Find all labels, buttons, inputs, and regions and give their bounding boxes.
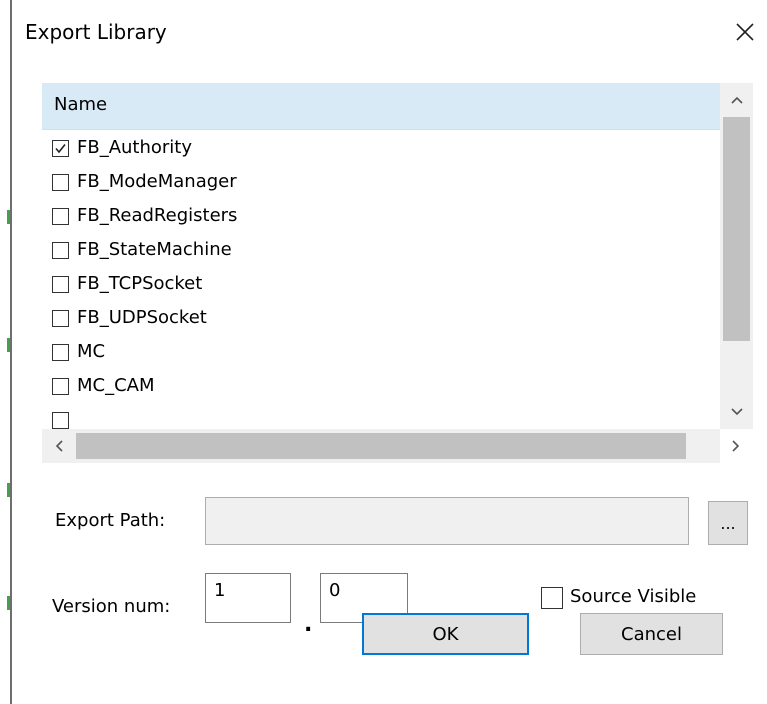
export-path-label: Export Path: [55, 510, 166, 531]
list-header-name[interactable]: Name [42, 83, 720, 130]
chevron-right-icon [732, 440, 740, 452]
list-item[interactable]: MC [42, 337, 720, 371]
close-button[interactable] [723, 10, 767, 54]
list-item-checkbox[interactable] [52, 140, 69, 157]
list-item-label: FB_StateMachine [77, 239, 232, 260]
chevron-up-icon [730, 96, 743, 104]
horizontal-scroll-thumb[interactable] [76, 433, 686, 459]
list-item-checkbox[interactable] [52, 344, 69, 361]
list-item[interactable]: FB_StateMachine [42, 235, 720, 269]
list-item-checkbox[interactable] [52, 174, 69, 191]
scroll-up-button[interactable] [720, 83, 753, 117]
list-item-checkbox[interactable] [52, 208, 69, 225]
browse-button[interactable]: ... [708, 501, 748, 545]
chevron-left-icon [55, 440, 63, 452]
close-icon [736, 23, 754, 41]
list-item-label: MC [77, 341, 106, 362]
scroll-left-button[interactable] [42, 429, 76, 463]
background-window-edge [0, 0, 12, 704]
source-visible-label[interactable]: Source Visible [570, 586, 696, 607]
list-item-label: FB_UDPSocket [77, 307, 207, 328]
list-item[interactable]: FB_ModeManager [42, 167, 720, 201]
list-item-checkbox[interactable] [52, 276, 69, 293]
scroll-right-button[interactable] [719, 429, 753, 463]
list-item[interactable]: FB_TCPSocket [42, 269, 720, 303]
list-item[interactable]: FB_ReadRegisters [42, 201, 720, 235]
export-path-field[interactable] [205, 497, 689, 545]
list-item[interactable]: FB_UDPSocket [42, 303, 720, 337]
list-item-label: FB_ModeManager [77, 171, 237, 192]
scroll-down-button[interactable] [720, 395, 753, 429]
ok-button[interactable]: OK [362, 613, 529, 655]
version-separator: . [304, 612, 313, 637]
vertical-scrollbar[interactable] [720, 83, 753, 429]
list-header-label: Name [54, 94, 108, 115]
vertical-scroll-thumb[interactable] [723, 117, 750, 341]
list-item[interactable]: MC_CAM [42, 371, 720, 405]
library-list[interactable]: Name FB_Authority FB_ModeManager FB_ReadRe… [42, 83, 720, 429]
list-item-checkbox[interactable] [52, 378, 69, 395]
title-bar: Export Library [12, 0, 767, 68]
list-item-checkbox[interactable] [52, 412, 69, 429]
horizontal-scrollbar[interactable] [42, 429, 740, 463]
cancel-button[interactable]: Cancel [580, 613, 723, 655]
list-item[interactable]: FB_Authority [42, 133, 720, 167]
list-item-partial[interactable] [42, 405, 720, 429]
source-visible-checkbox[interactable] [541, 587, 563, 609]
list-item-checkbox[interactable] [52, 310, 69, 327]
list-item-label: FB_Authority [77, 137, 193, 158]
library-list-panel: Name FB_Authority FB_ModeManager FB_ReadRe… [41, 82, 754, 466]
version-major-input[interactable]: 1 [205, 573, 291, 623]
list-item-checkbox[interactable] [52, 242, 69, 259]
checkmark-icon [55, 144, 66, 154]
dialog-title: Export Library [25, 20, 167, 44]
version-num-label: Version num: [52, 596, 171, 617]
export-library-dialog: Export Library Name FB_Authority FB_ModeM… [0, 0, 767, 704]
list-item-label: FB_ReadRegisters [77, 205, 238, 226]
chevron-down-icon [730, 408, 743, 416]
list-item-label: FB_TCPSocket [77, 273, 203, 294]
list-item-label: MC_CAM [77, 375, 155, 396]
